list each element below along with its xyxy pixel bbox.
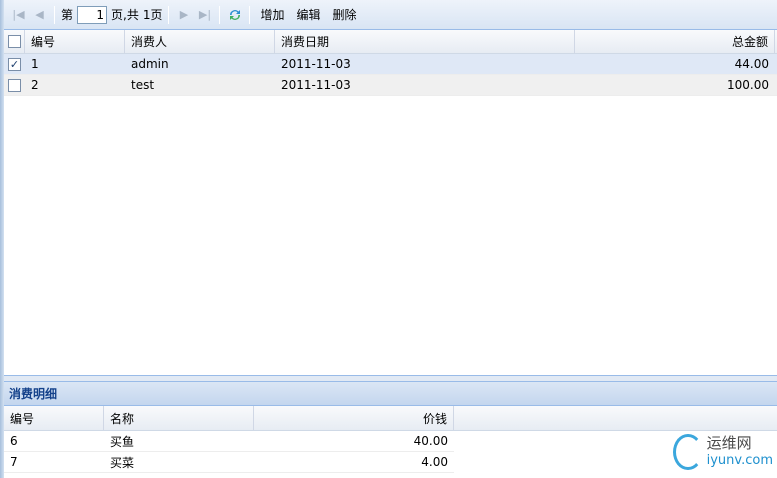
table-row[interactable]: 2 test 2011-11-03 100.00 <box>4 75 777 96</box>
table-row[interactable]: ✓ 1 admin 2011-11-03 44.00 <box>4 54 777 75</box>
detail-grid-header: 编号 名称 价钱 <box>4 406 777 431</box>
row-checkbox-cell[interactable]: ✓ <box>4 54 25 74</box>
edit-button[interactable]: 编辑 <box>291 6 327 23</box>
watermark-en: iyunv.com <box>706 453 773 468</box>
detail-cell-name: 买鱼 <box>110 434 135 449</box>
toolbar-separator <box>249 5 251 24</box>
detail-cell-price: 40.00 <box>413 434 448 448</box>
cell-total: 44.00 <box>734 57 769 71</box>
column-header-total[interactable]: 总金额 <box>575 30 775 53</box>
column-header-date[interactable]: 消费日期 <box>275 30 575 53</box>
toolbar-separator <box>219 5 221 24</box>
cell-date: 2011-11-03 <box>281 57 351 71</box>
last-page-icon[interactable]: ▶| <box>194 4 215 26</box>
watermark-logo-icon <box>673 434 703 470</box>
watermark: 运维网 iyunv.com <box>673 430 773 474</box>
master-panel: |◀ ◀ 第 页,共 1页 ▶ ▶| 增加 编辑 删除 编号 消费人 消费日期 … <box>4 0 777 375</box>
delete-button[interactable]: 删除 <box>327 6 363 23</box>
detail-column-header-name[interactable]: 名称 <box>104 406 254 430</box>
page-number-input[interactable] <box>77 5 108 24</box>
detail-cell-price: 4.00 <box>421 455 448 469</box>
detail-table-row[interactable]: 7 买菜 4.00 <box>4 452 454 473</box>
detail-cell-id: 7 <box>10 455 18 469</box>
select-all-cell[interactable] <box>4 30 25 53</box>
detail-cell-id: 6 <box>10 434 18 448</box>
detail-cell-name: 买菜 <box>110 455 135 470</box>
first-page-icon[interactable]: |◀ <box>8 4 29 26</box>
detail-column-header-price[interactable]: 价钱 <box>254 406 454 430</box>
select-all-checkbox[interactable] <box>7 35 21 48</box>
detail-table-row[interactable]: 6 买鱼 40.00 <box>4 431 454 452</box>
watermark-cn: 运维网 <box>706 434 752 452</box>
refresh-icon[interactable] <box>224 4 245 26</box>
cell-person: test <box>131 78 155 92</box>
page-prefix-label: 第 <box>61 8 74 22</box>
cell-id: 1 <box>31 57 39 71</box>
detail-panel-title: 消费明细 <box>4 381 777 406</box>
row-checkbox-checked[interactable]: ✓ <box>8 57 21 71</box>
master-grid-header: 编号 消费人 消费日期 总金额 <box>4 30 777 54</box>
watermark-text: 运维网 iyunv.com <box>707 434 773 470</box>
toolbar-separator <box>54 5 55 24</box>
row-checkbox[interactable] <box>8 78 21 92</box>
prev-page-icon[interactable]: ◀ <box>29 4 50 26</box>
row-checkbox-cell[interactable] <box>4 75 25 95</box>
next-page-icon[interactable]: ▶ <box>173 4 194 26</box>
cell-person: admin <box>131 57 169 71</box>
page-suffix-label: 页,共 <box>111 8 139 22</box>
cell-total: 100.00 <box>727 78 769 92</box>
column-header-person[interactable]: 消费人 <box>125 30 275 53</box>
cell-id: 2 <box>31 78 39 92</box>
add-button[interactable]: 增加 <box>254 6 290 23</box>
detail-panel: 消费明细 编号 名称 价钱 6 买鱼 40.00 7 买菜 4.00 <box>4 381 777 478</box>
detail-column-header-id[interactable]: 编号 <box>4 406 104 430</box>
paging-toolbar: |◀ ◀ 第 页,共 1页 ▶ ▶| 增加 编辑 删除 <box>4 0 777 30</box>
toolbar-separator <box>168 5 170 24</box>
cell-date: 2011-11-03 <box>281 78 351 92</box>
total-pages-label: 1页 <box>142 8 163 22</box>
column-header-id[interactable]: 编号 <box>25 30 125 53</box>
